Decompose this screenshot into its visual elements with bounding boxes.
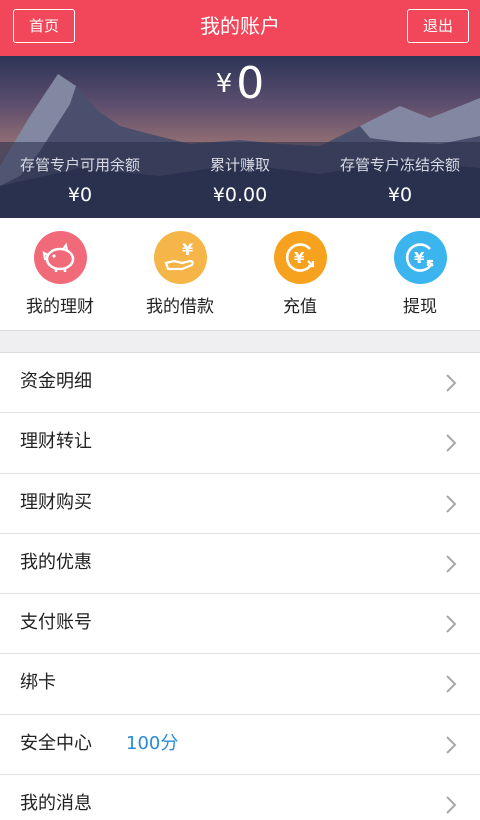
balance-banner: ¥0 存管专户可用余额 ¥0 累计赚取 ¥0.00 存管专户冻结余额 ¥0 bbox=[0, 56, 480, 218]
recharge-yen-icon: ¥ bbox=[274, 231, 327, 284]
stat-value: ¥0 bbox=[387, 184, 413, 206]
menu-item-my-messages[interactable]: 我的消息 bbox=[0, 775, 480, 820]
logout-button[interactable]: 退出 bbox=[407, 9, 469, 43]
chevron-right-icon bbox=[446, 555, 457, 573]
chevron-right-icon bbox=[446, 374, 457, 392]
withdraw-yen-icon: ¥ bbox=[394, 231, 447, 284]
menu-item-label: 资金明细 bbox=[20, 371, 92, 392]
menu-item-label: 支付账号 bbox=[20, 612, 92, 634]
quick-action-label: 充值 bbox=[283, 297, 317, 317]
recharge-button[interactable]: ¥ 充值 bbox=[240, 218, 360, 330]
stat-label: 存管专户冻结余额 bbox=[339, 156, 460, 174]
menu-item-label: 绑卡 bbox=[20, 672, 56, 694]
security-score: 100分 bbox=[126, 732, 179, 754]
total-amount: 0 bbox=[236, 58, 265, 109]
chevron-right-icon bbox=[446, 434, 457, 453]
menu-item-bind-card[interactable]: 绑卡 bbox=[0, 654, 480, 715]
my-loans-button[interactable]: ¥ 我的借款 bbox=[120, 218, 240, 330]
menu-item-my-offers[interactable]: 我的优惠 bbox=[0, 533, 480, 595]
svg-text:¥: ¥ bbox=[182, 240, 193, 259]
piggy-bank-icon bbox=[34, 231, 87, 284]
my-investments-button[interactable]: 我的理财 bbox=[0, 218, 120, 330]
withdraw-button[interactable]: ¥ 提现 bbox=[360, 218, 480, 330]
menu-item-label: 我的优惠 bbox=[20, 551, 92, 573]
menu-item-fund-details[interactable]: 资金明细 bbox=[0, 353, 480, 414]
stat-label: 存管专户可用余额 bbox=[19, 156, 140, 174]
svg-text:¥: ¥ bbox=[294, 249, 305, 267]
menu-item-label: 理财转让 bbox=[20, 431, 92, 453]
hand-yen-icon: ¥ bbox=[154, 231, 207, 284]
quick-action-label: 我的借款 bbox=[146, 297, 214, 317]
quick-actions: 我的理财 ¥ 我的借款 ¥ 充值 ¥ 提现 bbox=[0, 218, 480, 330]
stat-value: ¥0.00 bbox=[212, 184, 268, 206]
quick-action-label: 我的理财 bbox=[26, 297, 94, 317]
svg-text:¥: ¥ bbox=[414, 249, 425, 267]
total-assets: ¥0 bbox=[0, 58, 480, 109]
menu-item-investment-purchase[interactable]: 理财购买 bbox=[0, 473, 480, 534]
stat-value: ¥0 bbox=[67, 184, 93, 206]
menu-item-security-center[interactable]: 安全中心 100分 bbox=[0, 714, 480, 776]
menu-item-investment-transfer[interactable]: 理财转让 bbox=[0, 413, 480, 474]
stat-label: 累计赚取 bbox=[209, 156, 270, 174]
chevron-right-icon bbox=[446, 494, 457, 513]
top-bar: 首页 我的账户 退出 bbox=[0, 0, 480, 56]
quick-action-label: 提现 bbox=[403, 297, 437, 317]
section-divider bbox=[0, 330, 480, 353]
chevron-right-icon bbox=[446, 796, 457, 814]
balance-stats: 存管专户可用余额 ¥0 累计赚取 ¥0.00 存管专户冻结余额 ¥0 bbox=[0, 142, 480, 218]
menu-item-label: 安全中心 bbox=[20, 732, 92, 754]
chevron-right-icon bbox=[446, 675, 457, 694]
menu-item-label: 我的消息 bbox=[20, 793, 92, 815]
currency-symbol: ¥ bbox=[215, 69, 233, 99]
chevron-right-icon bbox=[446, 736, 457, 754]
account-menu: 资金明细 理财转让 理财购买 我的优惠 支付账号 绑卡 安全中心 100分 我的… bbox=[0, 353, 480, 820]
menu-item-payment-account[interactable]: 支付账号 bbox=[0, 594, 480, 655]
chevron-right-icon bbox=[446, 615, 457, 633]
menu-item-label: 理财购买 bbox=[20, 491, 92, 513]
